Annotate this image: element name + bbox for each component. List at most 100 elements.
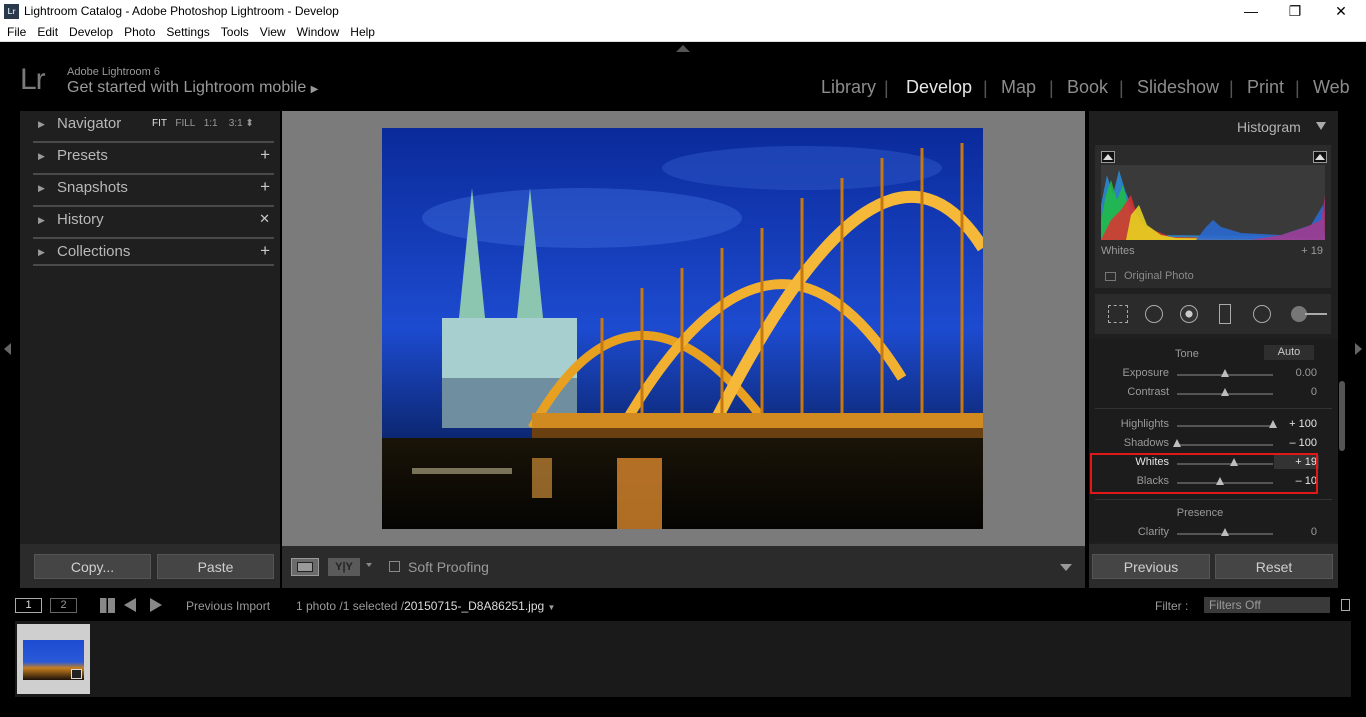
copy-button[interactable]: Copy... — [34, 554, 151, 579]
menu-settings[interactable]: Settings — [162, 23, 213, 39]
image-canvas — [282, 111, 1085, 546]
panel-snapshots[interactable]: ▶ Snapshots + — [20, 175, 280, 207]
lightroom-logo: Lr — [20, 63, 46, 96]
screen-2-button[interactable]: 2 — [50, 598, 77, 613]
collapse-histogram-icon[interactable] — [1316, 122, 1326, 130]
restore-button[interactable]: ❐ — [1272, 0, 1318, 23]
expand-triangle-icon: ▶ — [38, 183, 45, 193]
original-photo-checkbox[interactable] — [1105, 272, 1116, 281]
soft-proofing-checkbox[interactable] — [389, 561, 400, 572]
panel-navigator-label: Navigator — [57, 115, 122, 132]
module-slideshow[interactable]: Slideshow — [1137, 77, 1219, 98]
clear-history-icon[interactable]: ✕ — [259, 211, 270, 227]
filter-lock-icon[interactable] — [1341, 599, 1350, 611]
forward-arrow-icon[interactable] — [150, 598, 162, 612]
back-arrow-icon[interactable] — [124, 598, 136, 612]
edited-badge-icon — [71, 669, 82, 679]
shadows-value[interactable]: – 100 — [1267, 437, 1317, 449]
expand-triangle-icon: ▶ — [38, 119, 45, 129]
panel-presets-label: Presets — [57, 147, 108, 164]
menu-file[interactable]: File — [3, 23, 30, 39]
module-separator: | — [1229, 78, 1234, 98]
menu-help[interactable]: Help — [346, 23, 379, 39]
left-panel: ▶ Navigator FIT FILL 1:1 3:1 ⬍ ▶ Presets… — [20, 111, 280, 588]
add-collection-icon[interactable]: + — [260, 241, 270, 261]
menu-window[interactable]: Window — [293, 23, 344, 39]
filmstrip-thumbnail-cell[interactable] — [17, 624, 90, 694]
zoom-fit[interactable]: FIT — [152, 118, 167, 129]
histogram-readout-label: Whites — [1101, 245, 1135, 257]
exposure-label: Exposure — [1122, 367, 1169, 379]
contrast-slider-thumb[interactable] — [1221, 388, 1229, 396]
top-panel-toggle-icon[interactable] — [676, 45, 690, 52]
source-label[interactable]: Previous Import — [186, 599, 270, 613]
zoom-3-1[interactable]: 3:1 — [229, 118, 243, 129]
module-develop[interactable]: Develop — [906, 77, 972, 98]
menu-edit[interactable]: Edit — [33, 23, 62, 39]
shadows-slider-thumb[interactable] — [1173, 439, 1181, 447]
zoom-fill[interactable]: FILL — [175, 118, 195, 129]
zoom-stepper-icon[interactable]: ⬍ — [245, 118, 253, 129]
menu-view[interactable]: View — [256, 23, 290, 39]
add-preset-icon[interactable]: + — [260, 145, 270, 165]
module-print[interactable]: Print — [1247, 77, 1284, 98]
panel-history[interactable]: ▶ History ✕ — [20, 207, 280, 239]
zoom-1-1[interactable]: 1:1 — [204, 118, 218, 129]
identity-plate — [0, 42, 1366, 110]
panel-presets[interactable]: ▶ Presets + — [20, 143, 280, 175]
screen-1-button[interactable]: 1 — [15, 598, 42, 613]
crop-tool-icon[interactable] — [1108, 305, 1128, 323]
module-library[interactable]: Library — [821, 77, 876, 98]
module-map[interactable]: Map — [1001, 77, 1036, 98]
mobile-link-text: Get started with Lightroom mobile — [67, 79, 307, 96]
radial-filter-icon[interactable] — [1253, 305, 1271, 323]
clarity-value[interactable]: 0 — [1267, 526, 1317, 538]
menu-photo[interactable]: Photo — [120, 23, 159, 39]
close-button[interactable]: ✕ — [1318, 0, 1364, 23]
loupe-view-button[interactable] — [291, 558, 319, 576]
contrast-value[interactable]: 0 — [1267, 386, 1317, 398]
main-photo[interactable] — [382, 128, 983, 529]
reset-button[interactable]: Reset — [1215, 554, 1333, 579]
spot-removal-icon[interactable] — [1145, 305, 1163, 323]
grid-view-icon[interactable] — [100, 598, 115, 613]
graduated-filter-icon[interactable] — [1219, 304, 1231, 324]
menu-develop[interactable]: Develop — [65, 23, 117, 39]
before-after-dropdown-icon[interactable] — [366, 563, 372, 567]
module-web[interactable]: Web — [1313, 77, 1350, 98]
shadow-clipping-toggle[interactable] — [1101, 151, 1115, 163]
minimize-button[interactable]: — — [1228, 0, 1274, 23]
mobile-link[interactable]: Get started with Lightroom mobile ▶ — [67, 79, 318, 97]
right-panel-toggle-icon[interactable] — [1355, 343, 1362, 355]
app-icon: Lr — [4, 4, 19, 19]
panel-navigator[interactable]: ▶ Navigator FIT FILL 1:1 3:1 ⬍ — [20, 111, 280, 143]
navigator-zoom-options: FIT FILL 1:1 3:1 ⬍ — [152, 118, 254, 129]
histogram-readout-value: + 19 — [1301, 245, 1323, 257]
module-separator: | — [1119, 78, 1124, 98]
menu-tools[interactable]: Tools — [217, 23, 253, 39]
clarity-slider-thumb[interactable] — [1221, 528, 1229, 536]
highlights-value[interactable]: + 100 — [1267, 418, 1317, 430]
highlight-clipping-toggle[interactable] — [1313, 151, 1327, 163]
red-eye-icon[interactable] — [1180, 305, 1198, 323]
auto-tone-button[interactable]: Auto — [1264, 345, 1314, 360]
divider — [33, 264, 274, 266]
clipping-triangle-icon — [1315, 154, 1325, 160]
panel-collections[interactable]: ▶ Collections + — [20, 239, 280, 271]
before-after-button[interactable]: Y|Y — [328, 558, 360, 576]
tone-label: Tone — [1175, 348, 1199, 360]
module-book[interactable]: Book — [1067, 77, 1108, 98]
exposure-slider-thumb[interactable] — [1221, 369, 1229, 377]
previous-button[interactable]: Previous — [1092, 554, 1210, 579]
toolbar-content-dropdown-icon[interactable] — [1060, 564, 1072, 571]
paste-button[interactable]: Paste — [157, 554, 274, 579]
shadows-track[interactable] — [1177, 444, 1273, 446]
left-panel-toggle-icon[interactable] — [4, 343, 11, 355]
exposure-value[interactable]: 0.00 — [1267, 367, 1317, 379]
develop-toolbar: Y|Y Soft Proofing — [282, 546, 1085, 588]
right-panel-scrollbar[interactable] — [1339, 381, 1345, 451]
highlights-track[interactable] — [1177, 425, 1273, 427]
add-snapshot-icon[interactable]: + — [260, 177, 270, 197]
filmstrip-info[interactable]: 1 photo /1 selected /20150715-_D8A86251.… — [296, 599, 555, 613]
filter-dropdown[interactable]: Filters Off — [1204, 597, 1330, 613]
